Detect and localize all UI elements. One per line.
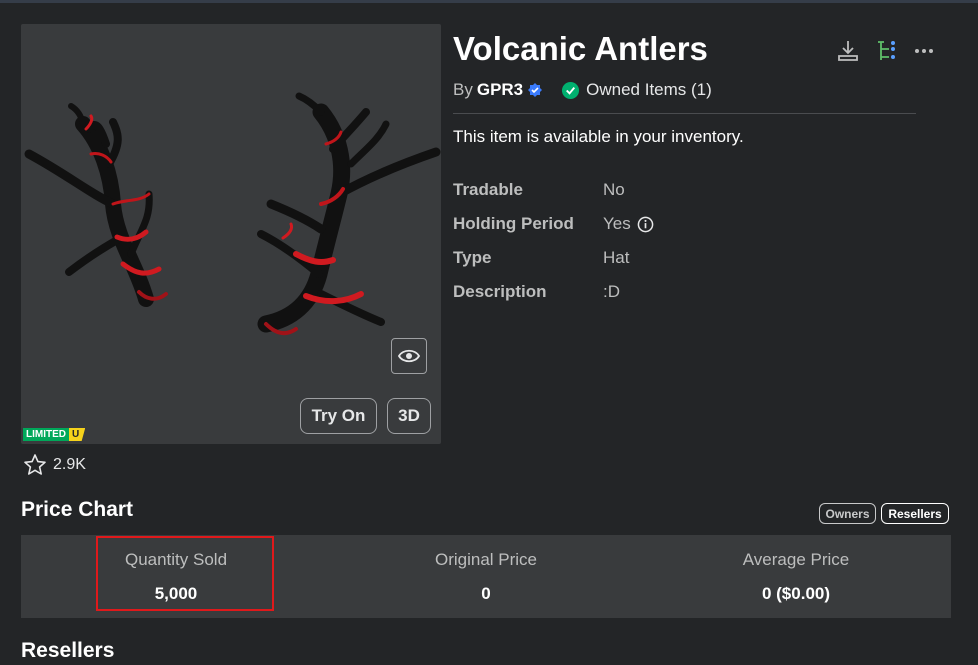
detail-row-description: Description :D [453,275,654,309]
detail-value: :D [603,282,620,301]
stat-value: 0 [481,583,491,603]
download-button[interactable] [835,38,861,64]
resellers-title: Resellers [21,639,115,662]
quantity-sold-highlight [96,536,274,611]
download-icon [838,41,858,61]
item-details: Tradable No Holding Period Yes Type Hat … [453,173,654,309]
owned-items-link[interactable]: Owned Items (1) [561,80,712,100]
unique-label: U [69,428,86,441]
hierarchy-icon [878,41,895,60]
detail-row-tradable: Tradable No [453,173,654,207]
stat-original-price: Original Price 0 [331,535,641,618]
detail-label: Holding Period [453,214,574,233]
detail-label: Description [453,282,547,301]
owners-toggle[interactable]: Owners [819,503,876,524]
star-icon[interactable] [23,453,47,477]
favorite-count[interactable]: 2.9K [23,453,86,477]
creator-line: By GPR3 Owned Items (1) [453,80,712,100]
eye-icon [398,349,420,363]
more-icon [915,49,933,53]
preview-eye-button[interactable] [391,338,427,374]
limited-unique-badge: LIMITED U [23,428,86,441]
stat-label: Original Price [434,549,538,569]
detail-row-holding-period: Holding Period Yes [453,207,654,241]
detail-value: Hat [603,248,630,267]
info-icon[interactable] [637,216,654,233]
price-chart-title: Price Chart [21,498,134,521]
limited-label: LIMITED [23,428,69,441]
detail-value: Yes [603,214,631,233]
availability-text: This item is available in your inventory… [453,127,744,146]
check-circle-icon [562,81,580,99]
stat-label: Average Price [742,549,850,569]
item-title: Volcanic Antlers [453,30,708,67]
detail-label: Tradable [453,180,523,199]
try-on-button[interactable]: Try On [300,398,377,434]
view-3d-button[interactable]: 3D [387,398,431,434]
favorite-count-text: 2.9K [53,456,86,473]
detail-row-type: Type Hat [453,241,654,275]
detail-value: No [603,180,625,199]
stat-average-price: Average Price 0 ($0.00) [641,535,951,618]
owned-items-label: Owned Items (1) [586,80,712,99]
by-label: By [453,80,473,99]
item-thumbnail: Try On 3D LIMITED U [21,24,441,444]
verified-badge-icon [528,83,543,97]
top-border [0,0,978,3]
more-options-button[interactable] [911,38,937,64]
resellers-toggle[interactable]: Resellers [881,503,949,524]
detail-value-wrap: Yes [603,214,654,234]
detail-label: Type [453,248,492,267]
creator-link[interactable]: GPR3 [477,80,523,100]
header-divider [453,113,916,114]
hierarchy-button[interactable] [874,38,900,64]
antlers-image [24,92,441,336]
stat-value: 0 ($0.00) [761,583,831,603]
